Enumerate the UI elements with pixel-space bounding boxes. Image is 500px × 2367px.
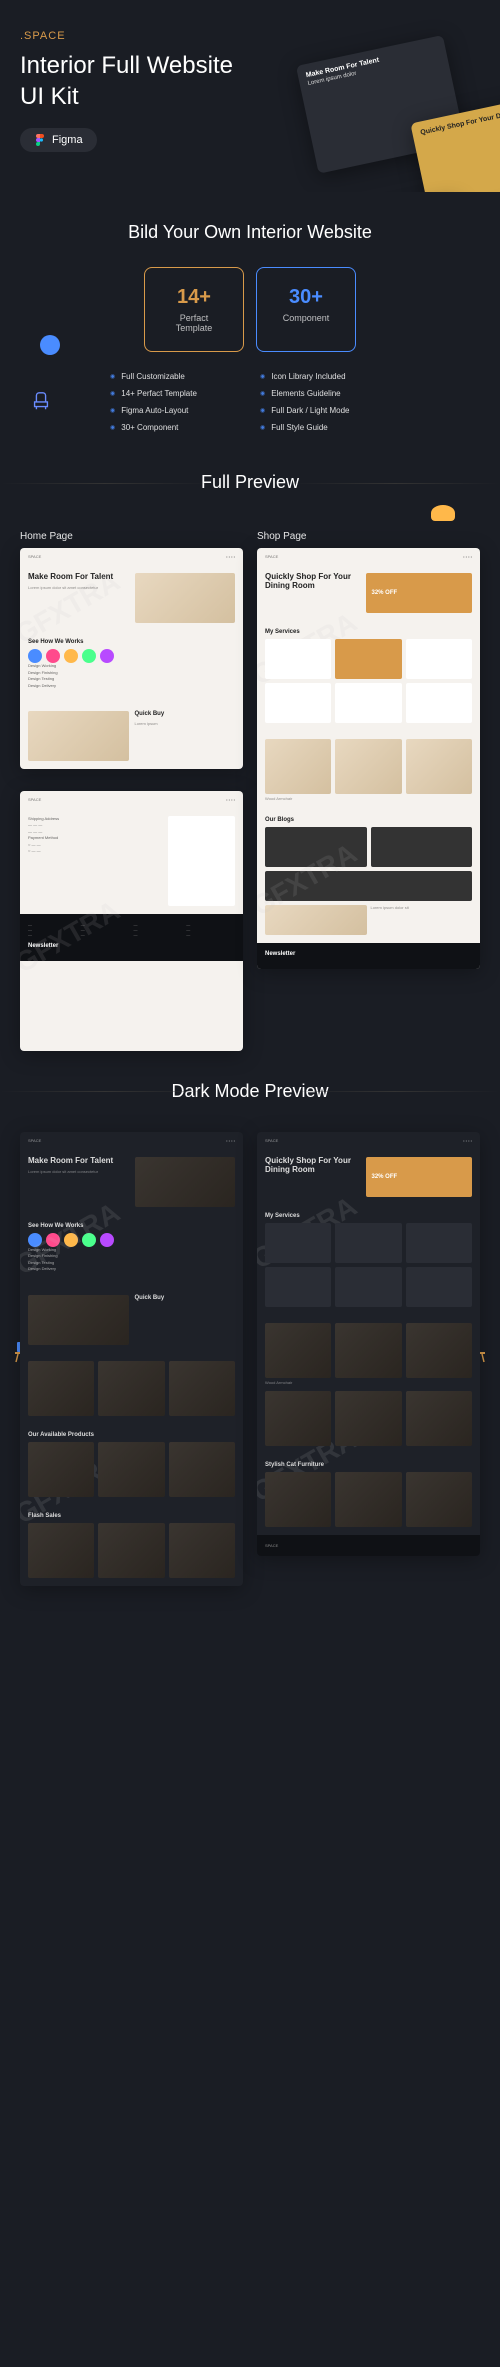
feature-item: Full Style Guide (260, 423, 390, 432)
mock-home-light[interactable]: GFXTRA SPACE• • • • Make Room For Talent… (20, 548, 243, 769)
hero-section: .SPACE Interior Full Website UI Kit Figm… (0, 0, 500, 192)
dark-preview-heading: Dark Mode Preview (171, 1081, 328, 1101)
figma-icon (34, 134, 46, 146)
figma-label: Figma (52, 134, 83, 146)
feature-list: Full Customizable Icon Library Included … (110, 372, 390, 432)
feature-item: Elements Guideline (260, 389, 390, 398)
figma-badge[interactable]: Figma (20, 128, 97, 152)
mock-home-dark[interactable]: GFXTRA GFXTRA SPACE• • • • Make Room For… (20, 1132, 243, 1586)
feature-item: Full Customizable (110, 372, 240, 381)
dark-preview-grid: GFXTRA GFXTRA SPACE• • • • Make Room For… (0, 1112, 500, 1606)
stat-label: Perfact Template (161, 313, 227, 333)
feature-item: Icon Library Included (260, 372, 390, 381)
mock-shop-light[interactable]: GFXTRA GFXTRA SPACE• • • • Quickly Shop … (257, 548, 480, 969)
stat-row: 14+ Perfact Template 30+ Component (24, 267, 476, 352)
build-heading: Bild Your Own Interior Website (24, 222, 476, 243)
light-preview-grid: Home Page GFXTRA SPACE• • • • Make Room … (0, 503, 500, 1071)
stat-label: Component (273, 313, 339, 323)
product-title: Interior Full Website UI Kit (20, 50, 240, 112)
globe-icon (40, 335, 60, 355)
ufo-icon (431, 505, 455, 521)
divider: Full Preview (0, 462, 500, 503)
feature-item: Full Dark / Light Mode (260, 406, 390, 415)
stat-number: 30+ (273, 286, 339, 309)
divider: Dark Mode Preview (0, 1071, 500, 1112)
stat-components: 30+ Component (256, 267, 356, 352)
stat-number: 14+ (161, 286, 227, 309)
preview-label-shop: Shop Page (257, 531, 480, 542)
feature-item: 14+ Perfact Template (110, 389, 240, 398)
stat-templates: 14+ Perfact Template (144, 267, 244, 352)
mock-payment-light[interactable]: GFXTRA SPACE• • • • Shipping Address— — … (20, 791, 243, 1051)
feature-item: Figma Auto-Layout (110, 406, 240, 415)
preview-label-home: Home Page (20, 531, 243, 542)
full-preview-heading: Full Preview (201, 472, 299, 492)
chair-icon (30, 390, 52, 412)
build-section: Bild Your Own Interior Website 14+ Perfa… (0, 192, 500, 462)
feature-item: 30+ Component (110, 423, 240, 432)
mock-shop-dark[interactable]: GFXTRA GFXTRA SPACE• • • • Quickly Shop … (257, 1132, 480, 1556)
brand-label: .SPACE (20, 30, 480, 42)
